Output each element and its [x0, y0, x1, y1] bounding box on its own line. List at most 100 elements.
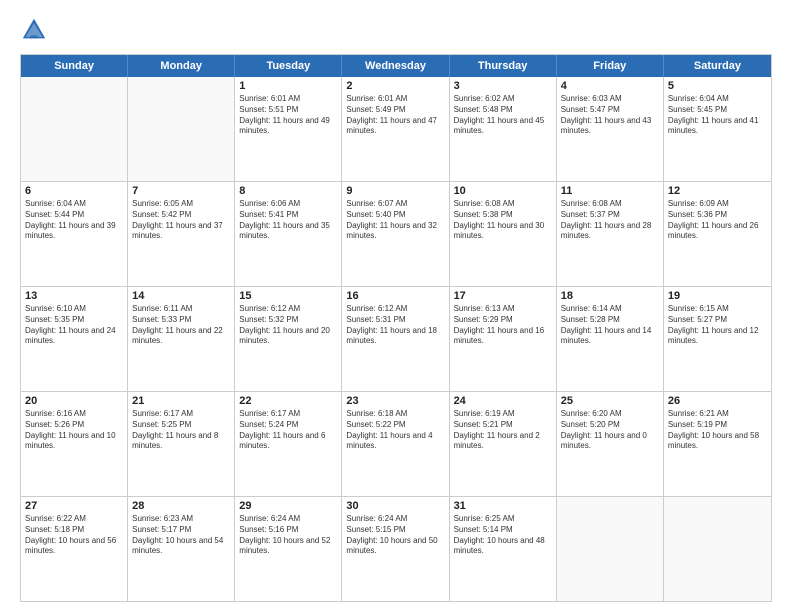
sunrise-text: Sunrise: 6:03 AM — [561, 94, 659, 105]
day-number: 25 — [561, 395, 659, 407]
sunset-text: Sunset: 5:31 PM — [346, 315, 444, 326]
daylight-text: Daylight: 11 hours and 43 minutes. — [561, 116, 659, 138]
sunset-text: Sunset: 5:38 PM — [454, 210, 552, 221]
day-number: 17 — [454, 290, 552, 302]
day-number: 22 — [239, 395, 337, 407]
daylight-text: Daylight: 11 hours and 0 minutes. — [561, 431, 659, 453]
daylight-text: Daylight: 11 hours and 16 minutes. — [454, 326, 552, 348]
sunrise-text: Sunrise: 6:11 AM — [132, 304, 230, 315]
header-day-saturday: Saturday — [664, 55, 771, 77]
daylight-text: Daylight: 11 hours and 2 minutes. — [454, 431, 552, 453]
logo — [20, 16, 54, 44]
sunset-text: Sunset: 5:44 PM — [25, 210, 123, 221]
sunrise-text: Sunrise: 6:21 AM — [668, 409, 767, 420]
daylight-text: Daylight: 11 hours and 30 minutes. — [454, 221, 552, 243]
week-row-2: 6 Sunrise: 6:04 AMSunset: 5:44 PM Daylight… — [21, 181, 771, 286]
sunset-text: Sunset: 5:16 PM — [239, 525, 337, 536]
day-number: 2 — [346, 80, 444, 92]
day-number: 28 — [132, 500, 230, 512]
day-cell-16: 16Sunrise: 6:12 AMSunset: 5:31 PMDayligh… — [342, 287, 449, 391]
header-day-tuesday: Tuesday — [235, 55, 342, 77]
day-number: 1 — [239, 80, 337, 92]
sunset-text: Sunset: 5:22 PM — [346, 420, 444, 431]
day-cell-4: 4Sunrise: 6:03 AMSunset: 5:47 PMDaylight… — [557, 77, 664, 181]
day-number: 21 — [132, 395, 230, 407]
day-cell-14: 14Sunrise: 6:11 AMSunset: 5:33 PMDayligh… — [128, 287, 235, 391]
calendar-body: 1Sunrise: 6:01 AMSunset: 5:51 PMDaylight… — [21, 77, 771, 601]
sunrise-text: Sunrise: 6:20 AM — [561, 409, 659, 420]
sunrise-text: Sunrise: 6:12 AM — [346, 304, 444, 315]
day-number: 23 — [346, 395, 444, 407]
sunrise-text: Sunrise: 6:24 AM — [239, 514, 337, 525]
day-cell-29: 29Sunrise: 6:24 AMSunset: 5:16 PMDayligh… — [235, 497, 342, 601]
day-cell-2: 2Sunrise: 6:01 AMSunset: 5:49 PMDaylight… — [342, 77, 449, 181]
day-cell-1: 1Sunrise: 6:01 AMSunset: 5:51 PMDaylight… — [235, 77, 342, 181]
sunrise-text: Sunrise: 6:04 AM — [25, 199, 123, 210]
empty-cell — [557, 497, 664, 601]
sunset-text: Sunset: 5:35 PM — [25, 315, 123, 326]
sunset-text: Sunset: 5:25 PM — [132, 420, 230, 431]
day-number: 30 — [346, 500, 444, 512]
day-cell-21: 21Sunrise: 6:17 AMSunset: 5:25 PMDayligh… — [128, 392, 235, 496]
daylight-text: Daylight: 11 hours and 28 minutes. — [561, 221, 659, 243]
day-number: 31 — [454, 500, 552, 512]
daylight-text: Daylight: 11 hours and 49 minutes. — [239, 116, 337, 138]
page-header — [20, 16, 772, 44]
sunset-text: Sunset: 5:48 PM — [454, 105, 552, 116]
day-cell-17: 17Sunrise: 6:13 AMSunset: 5:29 PMDayligh… — [450, 287, 557, 391]
daylight-text: Daylight: 11 hours and 22 minutes. — [132, 326, 230, 348]
day-cell-20: 20Sunrise: 6:16 AMSunset: 5:26 PMDayligh… — [21, 392, 128, 496]
daylight-text: Daylight: 11 hours and 6 minutes. — [239, 431, 337, 453]
day-cell-31: 31Sunrise: 6:25 AMSunset: 5:14 PMDayligh… — [450, 497, 557, 601]
day-number: 11 — [561, 185, 659, 197]
sunrise-text: Sunrise: 6:14 AM — [561, 304, 659, 315]
day-number: 18 — [561, 290, 659, 302]
day-cell-25: 25 Sunrise: 6:20 AMSunset: 5:20 PMDayligh… — [557, 392, 664, 496]
header-day-friday: Friday — [557, 55, 664, 77]
sunrise-text: Sunrise: 6:15 AM — [668, 304, 767, 315]
day-cell-8: 8Sunrise: 6:06 AMSunset: 5:41 PMDaylight… — [235, 182, 342, 286]
day-number: 26 — [668, 395, 767, 407]
sunrise-text: Sunrise: 6:09 AM — [668, 199, 767, 210]
sunrise-text: Sunrise: 6:04 AM — [668, 94, 767, 105]
daylight-text: Daylight: 11 hours and 10 minutes. — [25, 431, 123, 453]
sunset-text: Sunset: 5:24 PM — [239, 420, 337, 431]
day-number: 19 — [668, 290, 767, 302]
sunrise-text: Sunrise: 6:19 AM — [454, 409, 552, 420]
day-number: 6 — [25, 185, 123, 197]
logo-icon — [20, 16, 48, 44]
sunset-text: Sunset: 5:15 PM — [346, 525, 444, 536]
day-number: 7 — [132, 185, 230, 197]
day-number: 20 — [25, 395, 123, 407]
day-cell-30: 30Sunrise: 6:24 AMSunset: 5:15 PMDayligh… — [342, 497, 449, 601]
sunrise-text: Sunrise: 6:02 AM — [454, 94, 552, 105]
empty-cell — [128, 77, 235, 181]
day-cell-9: 9Sunrise: 6:07 AMSunset: 5:40 PMDaylight… — [342, 182, 449, 286]
week-row-4: 20Sunrise: 6:16 AMSunset: 5:26 PMDayligh… — [21, 391, 771, 496]
day-cell-10: 10Sunrise: 6:08 AMSunset: 5:38 PMDayligh… — [450, 182, 557, 286]
sunset-text: Sunset: 5:20 PM — [561, 420, 659, 431]
day-cell-7: 7Sunrise: 6:05 AMSunset: 5:42 PMDaylight… — [128, 182, 235, 286]
sunset-text: Sunset: 5:42 PM — [132, 210, 230, 221]
day-cell-23: 23Sunrise: 6:18 AMSunset: 5:22 PMDayligh… — [342, 392, 449, 496]
day-number: 9 — [346, 185, 444, 197]
day-cell-27: 27Sunrise: 6:22 AMSunset: 5:18 PMDayligh… — [21, 497, 128, 601]
sunset-text: Sunset: 5:36 PM — [668, 210, 767, 221]
sunset-text: Sunset: 5:19 PM — [668, 420, 767, 431]
daylight-text: Daylight: 11 hours and 47 minutes. — [346, 116, 444, 138]
day-number: 14 — [132, 290, 230, 302]
daylight-text: Daylight: 11 hours and 24 minutes. — [25, 326, 123, 348]
day-number: 13 — [25, 290, 123, 302]
sunset-text: Sunset: 5:41 PM — [239, 210, 337, 221]
sunrise-text: Sunrise: 6:13 AM — [454, 304, 552, 315]
day-cell-12: 12Sunrise: 6:09 AMSunset: 5:36 PMDayligh… — [664, 182, 771, 286]
sunrise-text: Sunrise: 6:01 AM — [346, 94, 444, 105]
sunset-text: Sunset: 5:47 PM — [561, 105, 659, 116]
day-number: 12 — [668, 185, 767, 197]
sunrise-text: Sunrise: 6:17 AM — [239, 409, 337, 420]
day-cell-28: 28Sunrise: 6:23 AMSunset: 5:17 PMDayligh… — [128, 497, 235, 601]
daylight-text: Daylight: 11 hours and 32 minutes. — [346, 221, 444, 243]
sunrise-text: Sunrise: 6:18 AM — [346, 409, 444, 420]
sunrise-text: Sunrise: 6:17 AM — [132, 409, 230, 420]
sunset-text: Sunset: 5:17 PM — [132, 525, 230, 536]
